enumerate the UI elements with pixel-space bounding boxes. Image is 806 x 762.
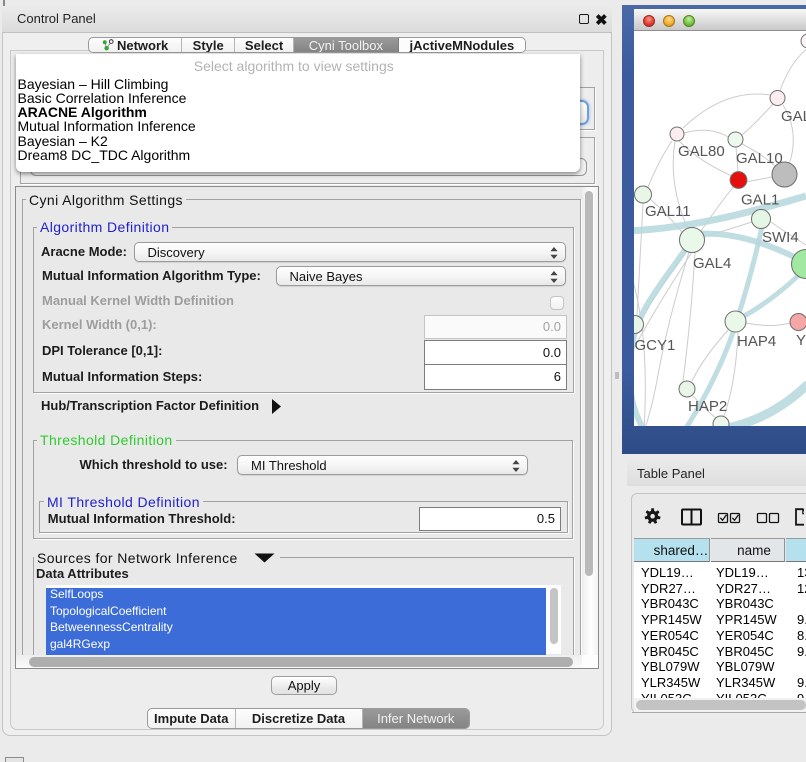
svg-text:GAL11: GAL11 <box>645 203 691 220</box>
svg-text:HAP4: HAP4 <box>737 333 776 350</box>
svg-text:GAL1: GAL1 <box>741 192 779 209</box>
svg-text:GAL2: GAL2 <box>781 108 806 125</box>
svg-text:GAL4: GAL4 <box>693 255 731 272</box>
svg-text:SWI4: SWI4 <box>762 229 799 246</box>
svg-text:Y: Y <box>796 332 806 349</box>
svg-text:GAL10: GAL10 <box>736 150 783 167</box>
svg-text:GCY1: GCY1 <box>635 337 676 354</box>
svg-text:HAP2: HAP2 <box>688 398 727 415</box>
svg-text:GAL80: GAL80 <box>678 143 725 160</box>
